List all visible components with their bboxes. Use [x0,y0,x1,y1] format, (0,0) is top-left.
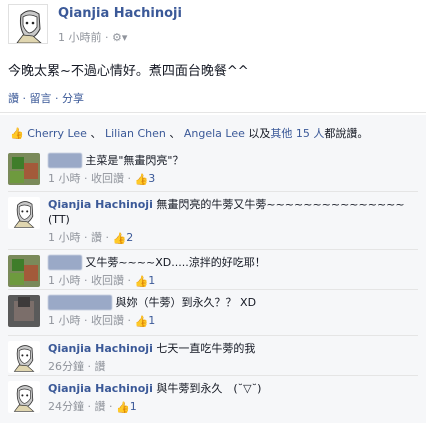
comment-body: ████ 又牛蒡~~~~XD.....涼拌的好吃耶！ [48,255,413,270]
comment-like-count[interactable]: 3 [148,172,155,185]
author-avatar[interactable] [8,4,48,44]
comment-like-count[interactable]: 1 [148,314,155,327]
comment-like-count[interactable]: 1 [130,400,137,413]
comment-like-count[interactable]: 1 [148,274,155,287]
comment-meta[interactable]: 1 小時 · 收回讚 · 👍3 [48,170,155,186]
comment-author[interactable]: Aheeke Le [48,295,113,310]
comment-body: Qianjia Hachinoji 無畫閃亮的牛蒡又牛蒡~~~~~~~~~~~~… [48,197,413,227]
comment-meta[interactable]: 1 小時 · 收回讚 · 👍1 [48,272,155,288]
commenter-avatar[interactable] [8,341,40,373]
commenter-avatar[interactable] [8,255,40,287]
comment-body: Qianjia Hachinoji 七天一直吃牛蒡的我 [48,341,413,356]
comment-body: ████ 主菜是"無畫閃亮"？ [48,153,413,168]
comment-meta-text[interactable]: 24分鐘 · 讚 · [48,400,116,413]
comment-divider [8,289,418,290]
comment-author[interactable]: Qianjia Hachinoji [48,198,153,211]
comment-meta-text[interactable]: 1 小時 · 收回讚 · [48,274,134,287]
comment-meta[interactable]: 1 小時 · 收回讚 · 👍1 [48,312,155,328]
comment-like-icon: 👍 [134,275,149,288]
comment-text: 與牛蒡到永久 (˘▽˘) [152,382,262,395]
comment-text: 又牛蒡~~~~XD.....涼拌的好吃耶！ [81,256,266,269]
commenter-avatar[interactable] [8,381,40,413]
divider [0,112,426,113]
commenter-avatar[interactable] [8,197,40,229]
comment-like-icon: 👍 [112,232,127,245]
comment-like-count[interactable]: 2 [126,231,133,244]
thumbs-up-icon: 👍 [10,127,24,140]
comment-text: 主菜是"無畫閃亮"？ [81,154,184,167]
post-meta: 1 小時前 · ⚙▾ [58,29,127,45]
comment-body: Qianjia Hachinoji 與牛蒡到永久 (˘▽˘) [48,381,413,396]
liker-name[interactable]: Lilian Chen [105,127,166,140]
comment-like-icon: 👍 [115,401,130,414]
liker-name[interactable]: Cherry Lee [27,127,87,140]
comment-meta-text[interactable]: 1 小時 · 收回讚 · [48,314,134,327]
comment-divider [8,335,418,336]
comment-like-icon: 👍 [134,173,149,186]
comment-meta-text[interactable]: 1 小時 · 讚 · [48,231,112,244]
comment-meta[interactable]: 26分鐘 · 讚 [48,358,106,374]
comment-body: Aheeke Le 與妳（牛蒡）到永久？？ XD [48,295,413,310]
comment-divider [8,249,418,250]
post-header: Qianjia Hachinoji 1 小時前 · ⚙▾ [8,4,418,50]
comment-meta-text[interactable]: 1 小時 · 收回讚 · [48,172,134,185]
post-text: 今晚太累~不過心情好。煮四面台晚餐^^ [8,64,249,79]
comments-list: ████ 主菜是"無畫閃亮"？1 小時 · 收回讚 · 👍3Qianjia Ha… [0,145,426,423]
comment-meta-text[interactable]: 26分鐘 · 讚 [48,360,106,373]
commenter-avatar[interactable] [8,153,40,185]
comment-text: 七天一直吃牛蒡的我 [152,342,256,355]
likes-bar: 👍 Cherry Lee 、 Lilian Chen 、 Angela Lee … [0,115,426,145]
liker-name[interactable]: Angela Lee [184,127,245,140]
post-time[interactable]: 1 小時前 · [58,31,112,44]
commenter-avatar[interactable] [8,295,40,327]
post-author[interactable]: Qianjia Hachinoji [58,6,182,21]
others-link[interactable]: 其他 15 人 [270,127,324,140]
comment-divider [8,375,418,376]
comment-author[interactable]: Qianjia Hachinoji [48,342,153,355]
comment-author[interactable]: Qianjia Hachinoji [48,382,153,395]
comment-meta[interactable]: 1 小時 · 讚 · 👍2 [48,229,133,245]
audience-icon[interactable]: ⚙▾ [112,31,127,44]
comment-like-icon: 👍 [134,315,149,328]
comment-text: 與妳（牛蒡）到永久？？ XD [112,296,257,309]
comment-author[interactable]: ████ [48,153,82,168]
likes-summary: 👍 Cherry Lee 、 Lilian Chen 、 Angela Lee … [10,127,369,140]
comment-meta[interactable]: 24分鐘 · 讚 · 👍1 [48,398,137,414]
comment-author[interactable]: ████ [48,255,82,270]
post-actions[interactable]: 讚 · 留言 · 分享 [8,90,84,106]
comment-divider [8,191,418,192]
girl-avatar-icon [9,5,47,43]
